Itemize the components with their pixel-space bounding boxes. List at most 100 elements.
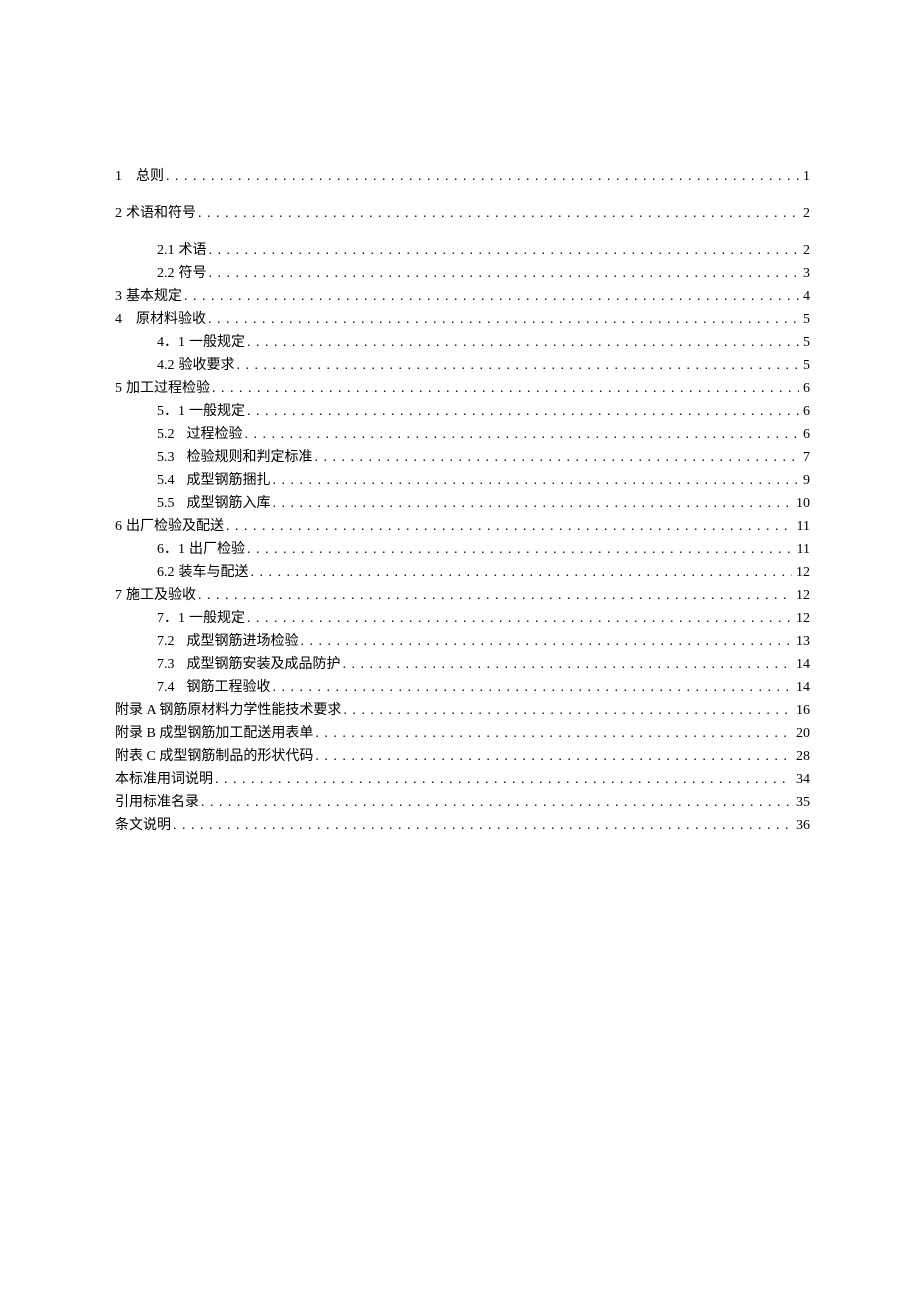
toc-label: 4．1一般规定 [115, 331, 245, 354]
toc-number: 1 [115, 169, 122, 184]
toc-entry: 2 术语和符号 2 [115, 202, 810, 225]
toc-page-number: 12 [794, 607, 810, 630]
toc-entry: 附录 A 钢筋原材料力学性能技术要求16 [115, 699, 810, 722]
toc-page-number: 13 [794, 630, 810, 653]
toc-label: 5.3检验规则和判定标准 [115, 446, 313, 469]
toc-number: 6 [115, 519, 122, 534]
toc-page-number: 4 [801, 285, 810, 308]
toc-label: 7.2 成型钢筋进场检验 [115, 630, 299, 653]
toc-entry: 4．1一般规定5 [115, 331, 810, 354]
toc-leader-dots [245, 423, 800, 446]
toc-page-number: 2 [801, 202, 810, 225]
toc-leader-dots [343, 653, 793, 676]
toc-number: 5.2 [157, 427, 175, 442]
toc-number: 2 [115, 206, 122, 221]
toc-label: 条文说明 [115, 814, 171, 837]
toc-leader-dots [247, 331, 799, 354]
toc-title: 附表 C 成型钢筋制品的形状代码 [115, 749, 313, 764]
toc-page-number: 36 [794, 814, 810, 837]
toc-leader-dots [209, 262, 800, 285]
toc-page-number: 3 [801, 262, 810, 285]
toc-entry: 7施工及验收12 [115, 584, 810, 607]
toc-leader-dots [343, 699, 792, 722]
toc-title: 符号 [179, 266, 207, 281]
toc-leader-dots [247, 400, 799, 423]
toc-leader-dots [184, 285, 799, 308]
toc-leader-dots [301, 630, 793, 653]
table-of-contents: 1总则12术语和符号22.1术语22.2符号33基本规定44原材料验收54．1一… [115, 165, 810, 837]
toc-number: 4 [115, 312, 122, 327]
toc-number: 5.5 [157, 496, 175, 511]
toc-entry: 本标准用词说明 34 [115, 768, 810, 791]
toc-title: 术语和符号 [126, 206, 196, 221]
toc-number: 2.1 [157, 243, 175, 258]
toc-entry: 附表 C 成型钢筋制品的形状代码28 [115, 745, 810, 768]
toc-title: 成型钢筋捆扎 [187, 473, 271, 488]
toc-entry: 7.2 成型钢筋进场检验 13 [115, 630, 810, 653]
toc-entry: 6.2装车与配送12 [115, 561, 810, 584]
toc-page-number: 35 [794, 791, 810, 814]
toc-page-number: 34 [794, 768, 810, 791]
toc-label: 2.1 术语 [115, 239, 207, 262]
toc-title: 过程检验 [187, 427, 243, 442]
toc-number: 7.2 [157, 634, 175, 649]
toc-label: 5加工过程检验 [115, 377, 210, 400]
toc-title: 检验规则和判定标准 [187, 450, 313, 465]
toc-leader-dots [247, 538, 793, 561]
toc-leader-dots [237, 354, 800, 377]
toc-leader-dots [273, 492, 793, 515]
toc-number: 5.4 [157, 473, 175, 488]
toc-page-number: 6 [801, 377, 810, 400]
toc-entry: 1 总则 1 [115, 165, 810, 188]
toc-number: 3 [115, 289, 122, 304]
toc-leader-dots [251, 561, 793, 584]
toc-title: 出厂检验 [189, 542, 245, 557]
toc-leader-dots [166, 165, 799, 188]
toc-title: 加工过程检验 [126, 381, 210, 396]
toc-page-number: 16 [794, 699, 810, 722]
toc-title: 本标准用词说明 [115, 772, 213, 787]
toc-leader-dots [198, 584, 792, 607]
toc-entry: 3 基本规定 4 [115, 285, 810, 308]
toc-number: 7．1 [157, 611, 185, 626]
toc-number: 7.4 [157, 680, 175, 695]
toc-page-number: 1 [801, 165, 810, 188]
toc-label: 2 术语和符号 [115, 202, 196, 225]
toc-number: 2.2 [157, 266, 175, 281]
toc-page-number: 20 [794, 722, 810, 745]
toc-entry: 7．1一般规定12 [115, 607, 810, 630]
toc-title: 条文说明 [115, 818, 171, 833]
toc-entry: 5.2 过程检验 6 [115, 423, 810, 446]
toc-entry: 附录 B 成型钢筋加工配送用表单 20 [115, 722, 810, 745]
toc-number: 6．1 [157, 542, 185, 557]
toc-leader-dots [215, 768, 792, 791]
toc-number: 4.2 [157, 358, 175, 373]
toc-page-number: 6 [801, 423, 810, 446]
toc-leader-dots [226, 515, 793, 538]
toc-label: 附录 B 成型钢筋加工配送用表单 [115, 722, 313, 745]
toc-entry: 7.3成型钢筋安装及成品防护14 [115, 653, 810, 676]
toc-page-number: 11 [795, 538, 810, 561]
toc-entry: 5.5成型钢筋入库10 [115, 492, 810, 515]
toc-page-number: 2 [801, 239, 810, 262]
toc-number: 5．1 [157, 404, 185, 419]
toc-title: 总则 [136, 169, 164, 184]
toc-entry: 6出厂检验及配送11 [115, 515, 810, 538]
toc-page-number: 6 [801, 400, 810, 423]
toc-title: 基本规定 [126, 289, 182, 304]
toc-leader-dots [208, 308, 799, 331]
toc-label: 4.2验收要求 [115, 354, 235, 377]
toc-title: 成型钢筋进场检验 [187, 634, 299, 649]
toc-number: 6.2 [157, 565, 175, 580]
toc-number: 4．1 [157, 335, 185, 350]
toc-title: 术语 [179, 243, 207, 258]
toc-label: 本标准用词说明 [115, 768, 213, 791]
toc-entry: 4.2验收要求5 [115, 354, 810, 377]
toc-label: 2.2 符号 [115, 262, 207, 285]
toc-entry: 2.2 符号 3 [115, 262, 810, 285]
toc-title: 原材料验收 [136, 312, 206, 327]
toc-leader-dots [173, 814, 792, 837]
toc-page-number: 9 [801, 469, 810, 492]
toc-leader-dots [315, 722, 792, 745]
toc-title: 出厂检验及配送 [126, 519, 224, 534]
